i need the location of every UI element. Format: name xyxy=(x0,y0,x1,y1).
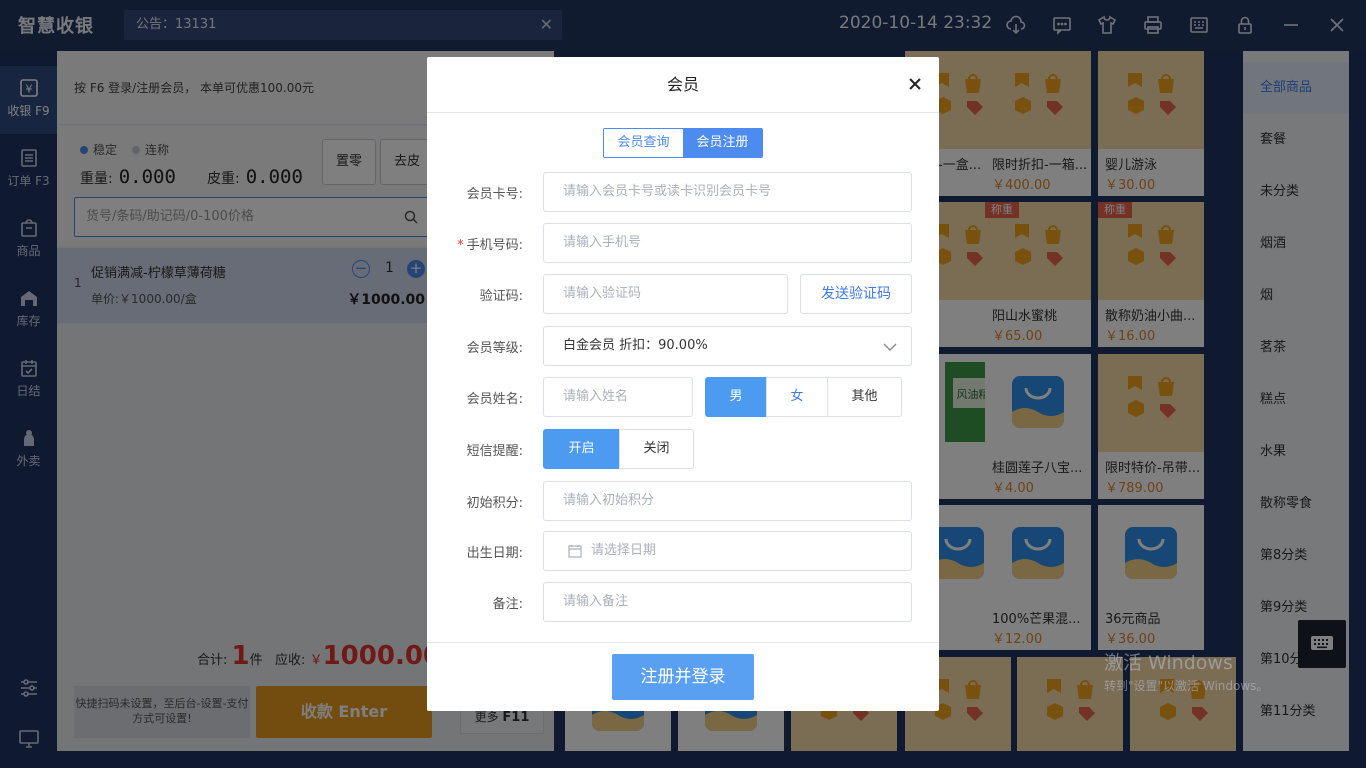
card-number-input[interactable]: 请输入会员卡号或读卡识别会员卡号 xyxy=(543,172,912,212)
points-label: 初始积分: xyxy=(466,496,523,511)
verification-code-input[interactable]: 请输入验证码 xyxy=(543,274,788,314)
name-row: 会员姓名: 请输入姓名 男 女 其他 xyxy=(427,377,939,417)
register-login-button[interactable]: 注册并登录 xyxy=(612,654,754,700)
gender-other-option[interactable]: 其他 xyxy=(827,377,902,417)
sms-off-option[interactable]: 关闭 xyxy=(619,429,694,469)
name-label: 会员姓名: xyxy=(466,392,523,407)
code-row: 验证码: 请输入验证码 发送验证码 xyxy=(427,274,939,314)
sms-row: 短信提醒: 开启 关闭 xyxy=(427,429,939,469)
level-row: 会员等级: 白金会员 折扣：90.00% xyxy=(427,326,939,366)
dialog-divider xyxy=(427,642,939,643)
birth-row: 出生日期: 请选择日期 xyxy=(427,531,939,571)
calendar-icon xyxy=(568,545,582,558)
points-row: 初始积分: 请输入初始积分 xyxy=(427,481,939,521)
member-level-select[interactable]: 白金会员 折扣：90.00% xyxy=(543,326,912,366)
phone-label: * 手机号码: xyxy=(457,238,523,253)
sms-label: 短信提醒: xyxy=(466,444,523,459)
name-input[interactable]: 请输入姓名 xyxy=(543,377,693,417)
card-row: 会员卡号: 请输入会员卡号或读卡识别会员卡号 xyxy=(427,172,939,212)
member-dialog: 会员 会员查询 会员注册 会员卡号: 请输入会员卡号或读卡识别会员卡号 * 手机号… xyxy=(427,57,939,711)
birth-date-input[interactable]: 请选择日期 xyxy=(543,531,912,571)
gender-female-option[interactable]: 女 xyxy=(766,377,828,417)
card-label: 会员卡号: xyxy=(466,187,523,202)
windows-activation-watermark: 激活 Windows 转到"设置"以激活 Windows。 xyxy=(1104,652,1269,693)
level-label: 会员等级: xyxy=(466,341,523,356)
remark-row: 备注: 请输入备注 xyxy=(427,582,939,622)
gender-male-option[interactable]: 男 xyxy=(705,377,767,417)
tab-member-query[interactable]: 会员查询 xyxy=(604,129,683,157)
dialog-close-icon[interactable] xyxy=(905,74,925,94)
remark-input[interactable]: 请输入备注 xyxy=(543,582,912,622)
chevron-down-icon xyxy=(883,343,897,351)
initial-points-input[interactable]: 请输入初始积分 xyxy=(543,481,912,521)
tab-member-register[interactable]: 会员注册 xyxy=(683,129,762,157)
sms-on-option[interactable]: 开启 xyxy=(543,429,620,469)
member-tabs: 会员查询 会员注册 xyxy=(603,128,763,158)
remark-label: 备注: xyxy=(492,597,523,612)
send-code-button[interactable]: 发送验证码 xyxy=(800,274,912,314)
birth-label: 出生日期: xyxy=(466,546,523,561)
code-label: 验证码: xyxy=(479,289,523,304)
phone-row: * 手机号码: 请输入手机号 xyxy=(427,223,939,263)
phone-input[interactable]: 请输入手机号 xyxy=(543,223,912,263)
dialog-title: 会员 xyxy=(427,57,939,113)
